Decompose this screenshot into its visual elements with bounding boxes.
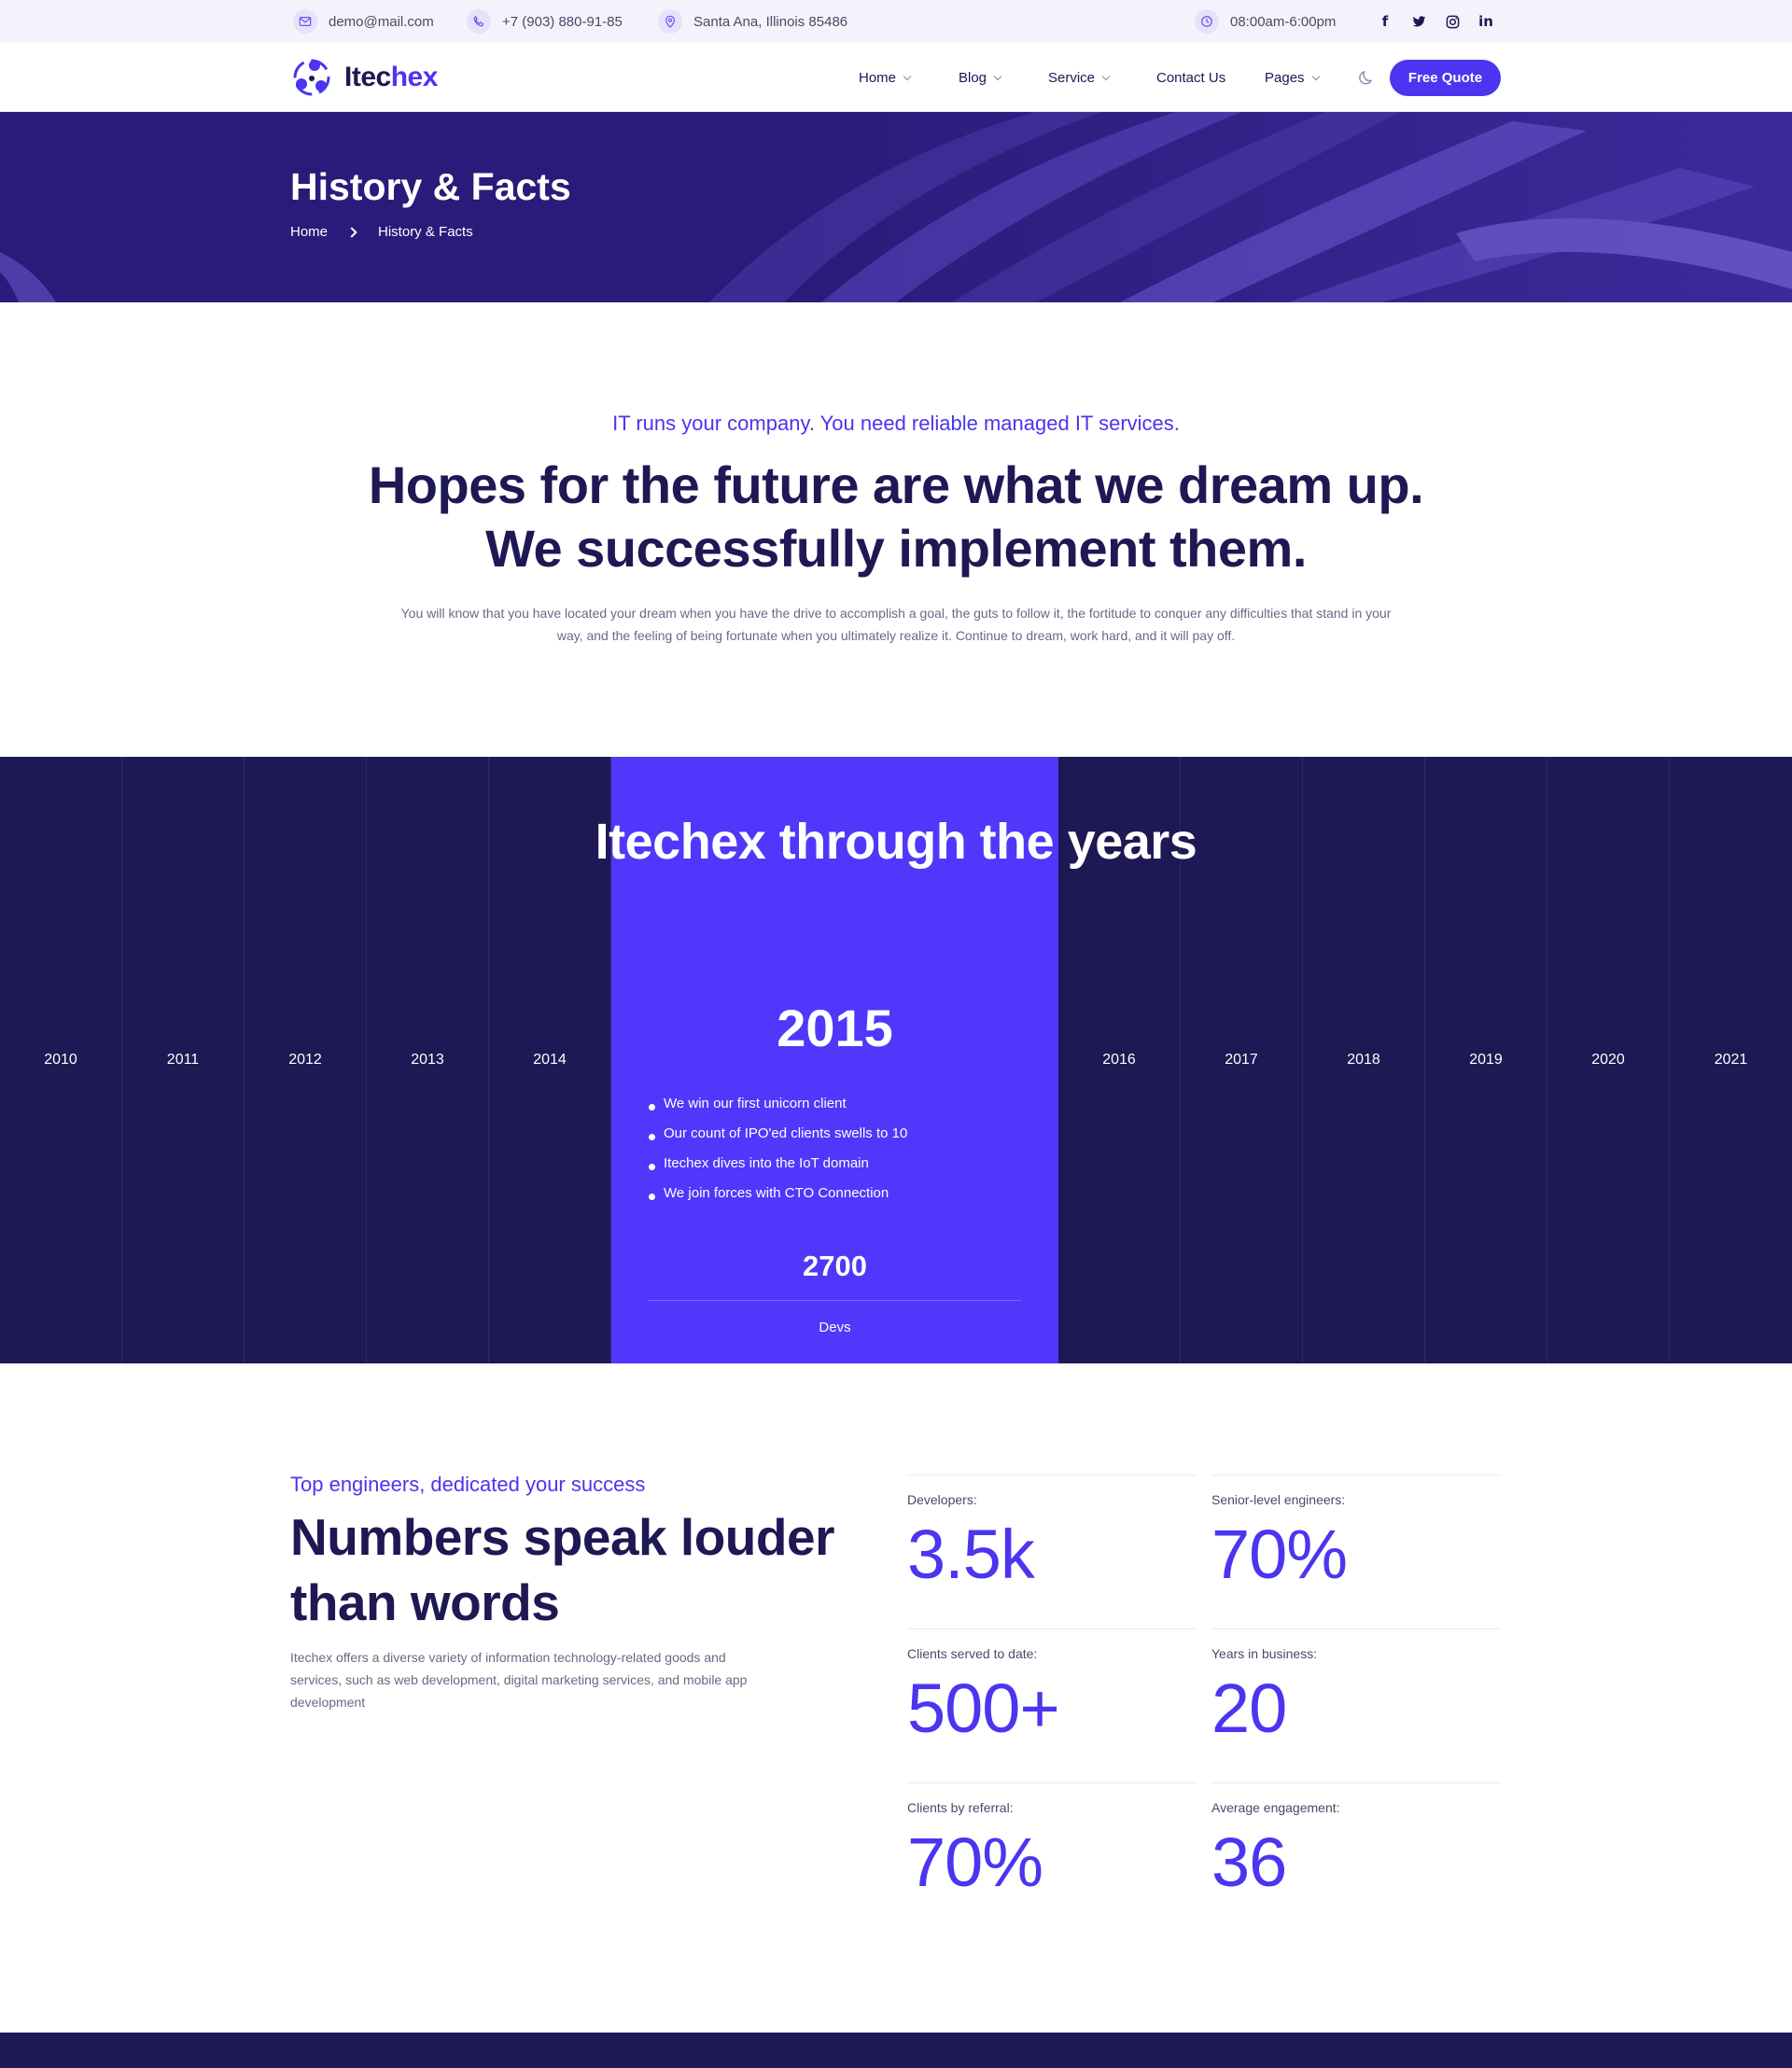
developer-count: 2700: [803, 1250, 867, 1282]
logo-mark-icon: [293, 59, 330, 96]
footer-strip: [0, 2033, 1792, 2068]
linkedin-icon[interactable]: in: [1469, 13, 1503, 30]
timeline-year-label: 2010: [44, 1052, 77, 1068]
page-hero-banner: History & Facts Home History & Facts: [0, 112, 1792, 302]
timeline-year-label: 2021: [1714, 1052, 1748, 1068]
stat-senior-engineers: Senior-level engineers: 70%: [1211, 1474, 1501, 1593]
hero-background-graphic: [0, 112, 1792, 302]
phone-contact[interactable]: +7 (903) 880-91-85: [467, 0, 623, 43]
chevron-down-icon: [903, 72, 912, 80]
numbers-heading: Numbers speak louder than words: [290, 1508, 834, 1631]
stat-label: Senior-level engineers:: [1211, 1492, 1346, 1507]
clock-icon: [1195, 9, 1219, 34]
stat-label: Years in business:: [1211, 1646, 1318, 1661]
address-contact[interactable]: Santa Ana, Illinois 85486: [658, 0, 847, 43]
nav-pages-label: Pages: [1265, 69, 1305, 86]
nav-service[interactable]: Service: [1048, 43, 1111, 112]
chevron-down-icon: [993, 72, 1002, 80]
intro-paragraph: You will know that you have located your…: [400, 606, 1392, 643]
active-year: 2015: [777, 999, 893, 1057]
mail-icon: [293, 9, 317, 34]
chevron-down-icon: [1101, 72, 1111, 80]
brand-logo[interactable]: Itechex: [290, 56, 438, 99]
numbers-eyebrow: Top engineers, dedicated your success: [290, 1473, 646, 1496]
phone-icon: [467, 9, 491, 34]
nav-pages[interactable]: Pages: [1265, 43, 1320, 112]
social-links: f in: [1368, 0, 1503, 43]
timeline-year-label: 2020: [1591, 1052, 1625, 1068]
stat-value: 36: [1211, 1823, 1287, 1901]
milestone-item: We win our first unicorn client: [649, 1093, 907, 1123]
timeline-year-label: 2013: [411, 1052, 444, 1068]
stat-average-engagement: Average engagement: 36: [1211, 1782, 1501, 1901]
nav-home[interactable]: Home: [859, 43, 912, 112]
timeline-year-label: 2014: [533, 1052, 567, 1068]
numbers-paragraph: Itechex offers a diverse variety of info…: [290, 1650, 748, 1710]
brand-name-start: Itec: [344, 62, 391, 92]
email-text: demo@mail.com: [329, 13, 434, 30]
timeline-heading: Itechex through the years: [595, 814, 1197, 870]
brand-name: Itechex: [344, 62, 438, 93]
timeline-year-label: 2017: [1225, 1052, 1258, 1068]
nav-service-label: Service: [1048, 69, 1096, 86]
stat-label: Clients served to date:: [907, 1646, 1038, 1661]
intro-eyebrow: IT runs your company. You need reliable …: [612, 412, 1180, 435]
top-bar: demo@mail.com +7 (903) 880-91-85 Santa A…: [0, 0, 1792, 43]
nav-contact-label: Contact Us: [1156, 69, 1226, 86]
stat-value: 70%: [907, 1823, 1043, 1901]
milestone-list: We win our first unicorn client Our coun…: [649, 1093, 907, 1212]
stat-label: Clients by referral:: [907, 1800, 1014, 1815]
address-text: Santa Ana, Illinois 85486: [693, 13, 848, 30]
phone-text: +7 (903) 880-91-85: [502, 13, 623, 30]
stat-clients-served: Clients served to date: 500+: [907, 1628, 1197, 1747]
hours-text: 08:00am-6:00pm: [1230, 13, 1337, 30]
business-hours: 08:00am-6:00pm: [1195, 0, 1336, 43]
history-timeline: 2010 2011 2012 2013 2014 2015 We win our…: [0, 757, 1792, 1363]
nav-blog[interactable]: Blog: [959, 43, 1002, 112]
stat-developers: Developers: 3.5k: [907, 1474, 1197, 1593]
free-quote-button[interactable]: Free Quote: [1390, 60, 1501, 96]
facebook-icon[interactable]: f: [1368, 13, 1402, 30]
stat-years-in-business: Years in business: 20: [1211, 1628, 1501, 1747]
timeline-year-label: 2019: [1469, 1052, 1503, 1068]
breadcrumb-home-link[interactable]: Home: [290, 224, 328, 240]
timeline-year-label: 2018: [1347, 1052, 1380, 1068]
stat-value: 20: [1211, 1670, 1287, 1747]
stat-value: 70%: [1211, 1516, 1348, 1593]
nav-blog-label: Blog: [959, 69, 987, 86]
page-title: History & Facts: [290, 165, 571, 208]
timeline-year-label: 2011: [166, 1052, 200, 1068]
instagram-icon[interactable]: [1435, 15, 1469, 29]
main-navbar: Itechex Home Blog Service Contact Us Pag…: [0, 43, 1792, 112]
stat-value: 500+: [907, 1670, 1060, 1747]
milestone-item: We join forces with CTO Connection: [649, 1182, 907, 1212]
chevron-down-icon: [1311, 72, 1320, 80]
stat-label: Average engagement:: [1211, 1800, 1340, 1815]
timeline-year-label: 2012: [288, 1052, 322, 1068]
milestone-item: Itechex dives into the IoT domain: [649, 1153, 907, 1182]
divider: [649, 1300, 1021, 1301]
dark-mode-moon-icon[interactable]: [1357, 68, 1376, 87]
brand-name-end: hex: [390, 62, 439, 92]
breadcrumb-current: History & Facts: [378, 224, 473, 240]
timeline-year-label: 2016: [1102, 1052, 1136, 1068]
twitter-icon[interactable]: [1402, 15, 1435, 28]
milestone-item: Our count of IPO'ed clients swells to 10: [649, 1123, 907, 1153]
chevron-right-icon: [346, 226, 357, 238]
developer-count-label: Devs: [819, 1320, 851, 1335]
nav-contact-us[interactable]: Contact Us: [1156, 43, 1225, 112]
intro-heading: Hopes for the future are what we dream u…: [368, 455, 1424, 578]
breadcrumb: Home History & Facts: [290, 224, 473, 240]
email-contact[interactable]: demo@mail.com: [293, 0, 434, 43]
stat-clients-by-referral: Clients by referral: 70%: [907, 1782, 1197, 1901]
location-pin-icon: [658, 9, 682, 34]
nav-home-label: Home: [859, 69, 897, 86]
stat-label: Developers:: [907, 1492, 977, 1507]
stat-value: 3.5k: [907, 1516, 1035, 1593]
